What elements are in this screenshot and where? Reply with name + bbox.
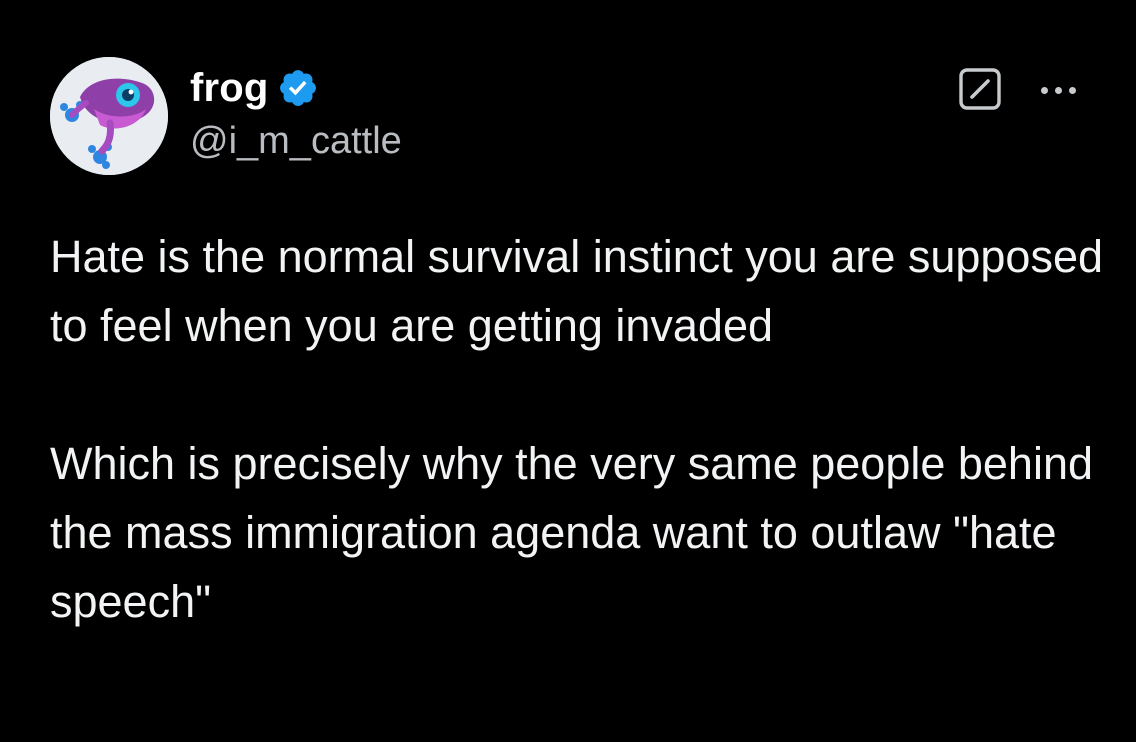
frog-avatar-icon: [50, 57, 168, 175]
verified-badge-icon[interactable]: [277, 67, 319, 109]
post-text: Hate is the normal survival instinct you…: [50, 222, 1110, 636]
grok-button[interactable]: [958, 67, 1002, 111]
author-handle[interactable]: @i_m_cattle: [190, 120, 402, 163]
more-horizontal-icon-dot: [1040, 86, 1048, 94]
more-horizontal-icon-dot: [1054, 86, 1062, 94]
post-paragraph: Which is precisely why the very same peo…: [50, 438, 1093, 627]
author-block: frog @i_m_cattle: [190, 62, 402, 163]
author-name-row: frog: [190, 62, 402, 114]
post-paragraph: Hate is the normal survival instinct you…: [50, 231, 1104, 351]
avatar[interactable]: [50, 57, 168, 175]
more-horizontal-icon-dot: [1068, 86, 1076, 94]
grok-icon: [959, 68, 1001, 110]
display-name[interactable]: frog: [190, 66, 269, 111]
more-options-button[interactable]: [1030, 72, 1086, 108]
post: frog @i_m_cattle Hate is the normal surv…: [0, 0, 1136, 742]
